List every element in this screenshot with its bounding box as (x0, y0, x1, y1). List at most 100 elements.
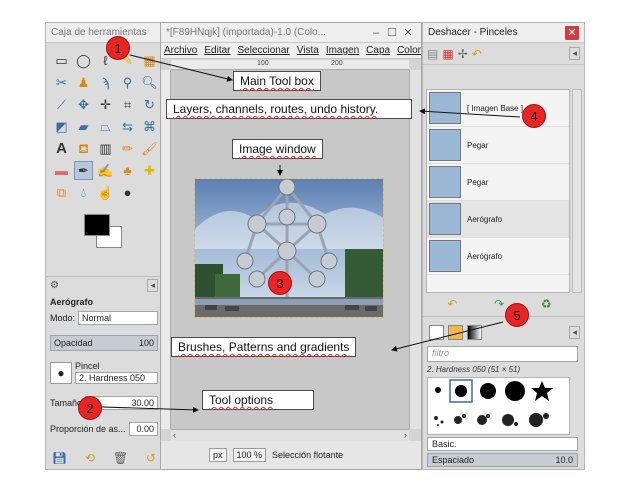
brush-preview[interactable]: ● (50, 361, 72, 384)
blur-icon[interactable]: 💧︎ (74, 183, 93, 202)
tool-options-tab-icon[interactable]: ⚙ (50, 280, 59, 291)
scissors-select-icon[interactable]: ✂ (52, 73, 71, 92)
menu-imagen[interactable]: Imagen (326, 45, 359, 56)
color-picker-icon[interactable]: ⚲ (118, 73, 137, 92)
text-icon[interactable]: A (52, 139, 71, 158)
foreground-select-icon[interactable]: ♟ (74, 73, 93, 92)
airbrush-icon[interactable]: ✒ (74, 161, 93, 180)
rect-select-icon[interactable]: ▭ (52, 51, 71, 70)
horizontal-ruler[interactable]: 100 200 (171, 60, 409, 70)
dodge-burn-icon[interactable]: ● (118, 183, 137, 202)
ruler-tick-200: 200 (331, 60, 343, 67)
spacing-slider[interactable]: Espaciado 10.0 (427, 453, 578, 467)
restore-options-icon[interactable]: ⟲ (85, 451, 95, 465)
spacing-label: Espaciado (432, 455, 475, 465)
vertical-ruler[interactable] (161, 70, 171, 429)
zoom-icon[interactable]: 🔍︎ (140, 73, 159, 92)
list-item[interactable]: [ Imagen Base ] (427, 90, 569, 127)
delete-options-icon[interactable]: 🗑︎ (113, 451, 128, 465)
move-icon[interactable]: ✥ (74, 95, 93, 114)
menu-capa[interactable]: Capa (366, 45, 390, 56)
mode-row: Modo: Normal (46, 309, 162, 327)
menu-seleccionar[interactable]: Seleccionar (237, 45, 289, 56)
canvas-image[interactable] (194, 178, 384, 318)
toolbox-titlebar[interactable]: Caja de herramientas (46, 23, 162, 43)
aspect-value[interactable]: 0.00 (128, 422, 158, 436)
undo-history-tab-icon[interactable]: ↶ (472, 47, 482, 61)
cage-transform-icon[interactable]: ⌘ (140, 117, 159, 136)
zoom-select[interactable]: 100 % (232, 448, 267, 462)
scroll-right-icon[interactable]: › (404, 430, 407, 440)
dock-close-icon[interactable]: ✕ (565, 25, 579, 40)
close-icon[interactable]: ✕ (400, 26, 416, 39)
layers-tab-icon[interactable]: ▤ (427, 47, 438, 61)
maximize-icon[interactable]: ☐ (384, 26, 400, 39)
opacity-slider[interactable]: Opacidad 100 (50, 335, 158, 351)
size-row: Tamaño 30.00 (46, 394, 162, 412)
menu-editar[interactable]: Editar (204, 45, 230, 56)
crop-icon[interactable]: ⌗ (118, 95, 137, 114)
list-item[interactable]: Aerógrafo (427, 201, 569, 238)
dock-config-icon[interactable]: ◂ (569, 47, 580, 60)
history-scrollbar[interactable] (572, 89, 582, 293)
save-options-icon[interactable]: 💾︎ (52, 451, 67, 465)
rotate-icon[interactable]: ↻ (140, 95, 159, 114)
flip-icon[interactable]: ⇆ (118, 117, 137, 136)
horizontal-scrollbar[interactable]: ‹ › (171, 429, 409, 441)
brush-filter-input[interactable]: filtro (427, 346, 578, 362)
perspective-icon[interactable]: ⏢ (96, 117, 115, 136)
dock-titlebar[interactable]: Deshacer - Pinceles ✕ (423, 23, 584, 43)
channels-tab-icon[interactable]: ▦ (442, 47, 453, 61)
perspective-clone-icon[interactable]: ⧉ (52, 183, 71, 202)
list-item[interactable]: Pegar (427, 164, 569, 201)
history-thumbnail (429, 203, 461, 235)
menu-colores[interactable]: Colores (397, 45, 421, 56)
marker-4: 4 (522, 104, 546, 128)
reset-options-icon[interactable]: ↺ (146, 451, 156, 465)
scroll-left-icon[interactable]: ‹ (173, 430, 176, 440)
menu-vista[interactable]: Vista (297, 45, 319, 56)
eraser-icon[interactable]: ▬ (52, 161, 71, 180)
redo-icon[interactable]: ↷ (494, 297, 504, 311)
smudge-icon[interactable]: ☝ (96, 183, 115, 202)
unit-select[interactable]: px (209, 448, 227, 462)
heal-icon[interactable]: ✚ (140, 161, 159, 180)
blend-icon[interactable]: ▥ (96, 139, 115, 158)
scale-icon[interactable]: ◩ (52, 117, 71, 136)
list-item[interactable]: Aerógrafo (427, 238, 569, 275)
patterns-tab-icon[interactable] (448, 324, 463, 340)
paths-tab-icon[interactable]: ✢ (458, 47, 468, 61)
dock-tab-icons: ▤ ▦ ✢ ↶ ◂ (423, 43, 584, 65)
image-titlebar[interactable]: *[F89HNqjk] (importada)-1.0 (Colo... – ☐… (161, 23, 421, 43)
tab-menu-icon[interactable]: ◂ (147, 279, 158, 292)
brush-name-field[interactable]: 2. Hardness 050 (75, 372, 158, 384)
ink-icon[interactable]: ✍ (96, 161, 115, 180)
measure-icon[interactable]: ⟋ (52, 95, 71, 114)
gradients-tab-icon[interactable] (467, 324, 482, 340)
align-icon[interactable]: ✛ (96, 95, 115, 114)
brush-tag-select[interactable]: Basic. (427, 437, 578, 451)
callout-brushes: Brushes, Patterns and gradients (171, 337, 357, 357)
paintbrush-icon[interactable]: 🖌︎ (140, 139, 159, 158)
brush-grid[interactable] (427, 377, 570, 435)
clone-icon[interactable]: ♣ (118, 161, 137, 180)
mode-select[interactable]: Normal (78, 311, 158, 325)
ellipse-select-icon[interactable]: ◯ (74, 51, 93, 70)
foreground-color-swatch[interactable] (84, 214, 110, 236)
bucket-fill-icon[interactable]: ⛾ (74, 139, 93, 158)
shear-icon[interactable]: ▰ (74, 117, 93, 136)
paths-icon[interactable]: ϡ (96, 73, 115, 92)
history-buttons: ↶ ↷ ♻ (429, 297, 570, 311)
vertical-scrollbar[interactable] (409, 70, 421, 429)
list-item[interactable]: Pegar (427, 127, 569, 164)
toolbox-bottom-buttons: 💾︎ ⟲ 🗑︎ ↺ (52, 451, 156, 465)
menu-archivo[interactable]: Archivo (164, 45, 197, 56)
clear-history-icon[interactable]: ♻ (541, 297, 552, 311)
undo-icon[interactable]: ↶ (447, 297, 457, 311)
marker-1: 1 (106, 36, 130, 60)
brushes-config-icon[interactable]: ◂ (569, 325, 580, 339)
pencil-icon[interactable]: ✏ (118, 139, 137, 158)
brushes-tab-icon[interactable] (429, 324, 444, 340)
color-select-icon[interactable]: ▦ (140, 51, 159, 70)
minimize-icon[interactable]: – (368, 27, 384, 39)
